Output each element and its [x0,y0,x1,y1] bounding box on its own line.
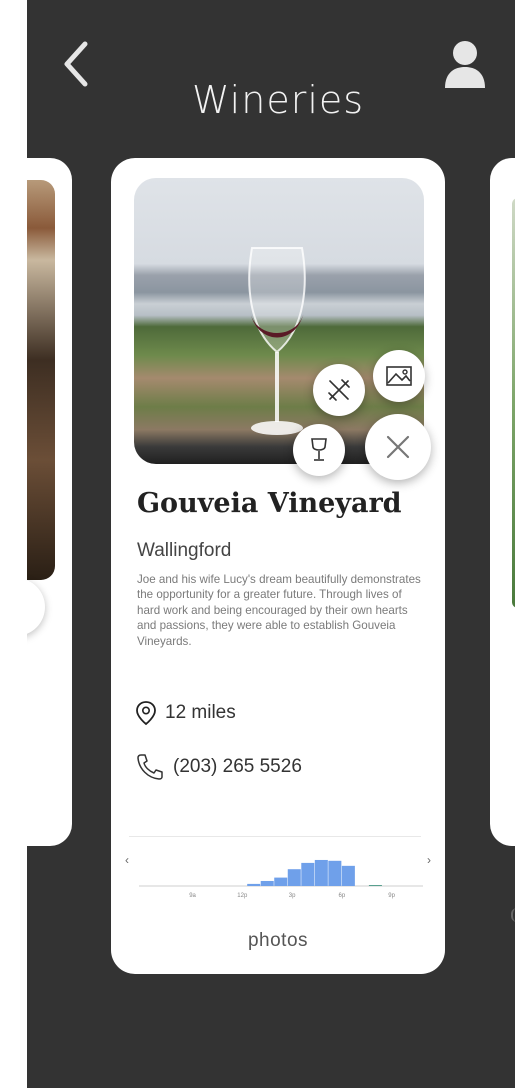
chart-bar [274,877,288,886]
distance-row: 12 miles [135,700,236,726]
chart-bar [314,859,328,886]
chart-bar [328,860,342,886]
chart-tick-label: 9p [388,893,395,899]
chart-bar [287,869,301,886]
chart-bar [247,883,261,886]
phone-row[interactable]: (203) 265 5526 [135,752,302,782]
chart-tick-label: 9a [189,893,196,899]
wine-glass-icon [311,438,327,461]
wine-button[interactable] [293,424,345,476]
gallery-icon [386,366,412,386]
location-pin-icon [136,701,156,726]
add-button[interactable] [27,578,45,636]
chart-bar [341,865,355,886]
next-card-phone-icon [511,908,515,922]
close-button[interactable] [365,414,431,480]
chart-tick-label: 6p [339,893,346,899]
chart-tick-label: 3p [289,893,296,899]
distance-text: 12 miles [165,702,236,723]
close-icon [386,435,410,459]
winery-card: Gouveia Vineyard Wallingford Joe and his… [111,158,445,974]
app-screen: Wineries + [27,0,515,1088]
dining-button[interactable] [313,364,365,416]
phone-icon [137,754,163,780]
previous-card-photo [27,180,55,580]
chart-bar [368,885,382,886]
chart-next-button[interactable]: › [427,853,431,867]
popular-times-chart: 9a 12p 3p 6p 9p ‹ › [123,836,435,906]
page-title: Wineries [191,78,365,122]
winery-town: Wallingford [137,540,232,561]
chart-tick-label: 12p [237,893,248,899]
chart-prev-button[interactable]: ‹ [125,853,129,867]
gallery-button[interactable] [373,350,425,402]
next-card[interactable] [490,158,515,922]
wine-glass-illustration [248,247,306,435]
photos-link[interactable]: photos [111,930,445,952]
dining-icon [328,379,350,401]
phone-text[interactable]: (203) 265 5526 [173,756,302,778]
top-bar: Wineries [27,0,515,140]
winery-description: Joe and his wife Lucy's dream beautifull… [137,573,421,648]
winery-name: Gouveia Vineyard [137,488,402,519]
chart-bar [260,880,274,886]
chart-bar [301,862,315,886]
previous-card[interactable]: + [27,158,72,846]
